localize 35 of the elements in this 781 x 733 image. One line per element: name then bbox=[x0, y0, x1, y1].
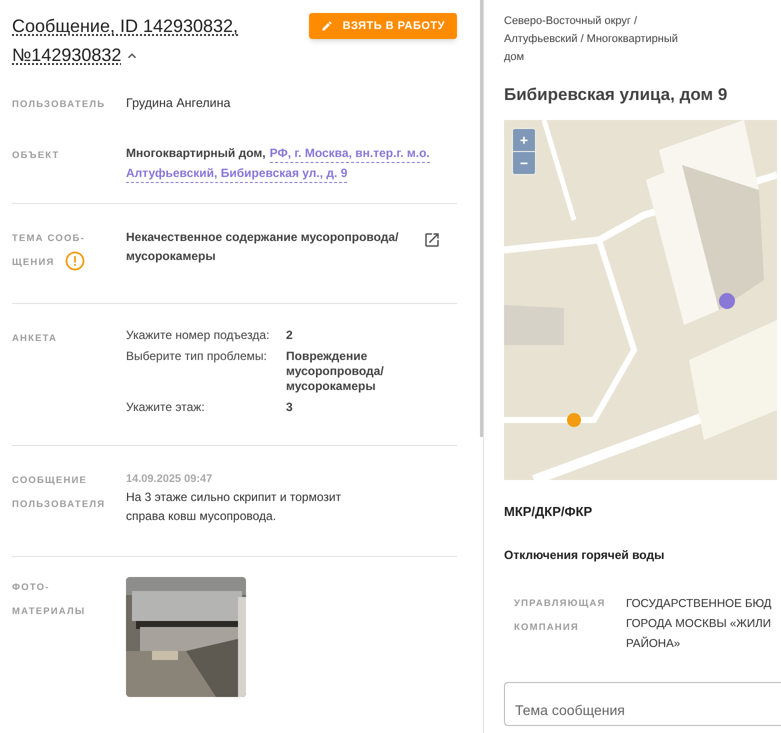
address-heading: Бибиревская улица, дом 9 bbox=[504, 84, 728, 106]
breadcrumb: Северо-Восточный округ / Алтуфьевский / Многоквартирный дом bbox=[504, 14, 679, 65]
zoom-out-button[interactable]: − bbox=[513, 152, 535, 174]
address-link[interactable]: РФ, г. Москва, вн.тер.г. м.о. bbox=[270, 145, 430, 163]
message-title: №142930832 bbox=[12, 44, 122, 67]
field-label: АНКЕТА bbox=[12, 333, 58, 344]
message-title: Сообщение, ID 142930832, bbox=[12, 15, 238, 38]
topic-text: Некачественное содержание мусоропровода/ мусорокамеры bbox=[126, 229, 400, 265]
survey-answer: 2 bbox=[286, 328, 294, 343]
section-subheading: Отключения горячей воды bbox=[504, 547, 666, 564]
take-to-work-button[interactable]: ВЗЯТЬ В РАБОТУ bbox=[308, 13, 457, 39]
field-label: УПРАВЛЯЮЩАЯ КОМПАНИЯ bbox=[514, 598, 606, 633]
topic-input-field[interactable]: Тема сообщения bbox=[504, 682, 781, 726]
survey-question: Выберите тип проблемы: bbox=[126, 349, 268, 365]
company-name-line: ГОСУДАРСТВЕННОЕ БЮД bbox=[626, 597, 772, 612]
company-name-line: РАЙОНА» bbox=[626, 636, 682, 652]
survey-question: Укажите этаж: bbox=[126, 400, 206, 415]
company-name-line: ГОРОДА МОСКВЫ «ЖИЛИ bbox=[626, 617, 772, 632]
survey-answer: Повреждение мусоропровода/ мусорокамеры bbox=[286, 349, 385, 394]
pencil-icon bbox=[320, 20, 333, 32]
field-label: СООБЩЕНИЕ ПОЛЬЗОВАТЕЛЯ bbox=[12, 475, 106, 510]
address-link[interactable]: Алтуфьевский, Бибиревская ул., д. 9 bbox=[126, 165, 348, 183]
message-time: 14.09.2025 09:47 bbox=[126, 472, 214, 487]
survey-answer: 3 bbox=[286, 400, 294, 415]
object-type: Многоквартирный дом, bbox=[126, 145, 266, 162]
field-label: ОБЪЕКТ bbox=[12, 150, 60, 161]
open-external-icon[interactable] bbox=[423, 231, 441, 249]
field-label: ТЕМА СООБ- ЩЕНИЯ bbox=[12, 233, 85, 268]
field-value: Грудина Ангелина bbox=[126, 95, 231, 112]
zoom-in-button[interactable]: + bbox=[513, 128, 535, 150]
survey-question: Укажите номер подъезда: bbox=[126, 328, 270, 343]
message-text: На 3 этаже сильно скрипит и тормозит справа ковш мусопровода. bbox=[126, 489, 342, 525]
field-label: ПОЛЬЗОВАТЕЛЬ bbox=[12, 99, 106, 110]
field-label: ФОТО- МАТЕРИАЛЫ bbox=[12, 582, 86, 617]
section-heading: МКР/ДКР/ФКР bbox=[504, 502, 594, 521]
